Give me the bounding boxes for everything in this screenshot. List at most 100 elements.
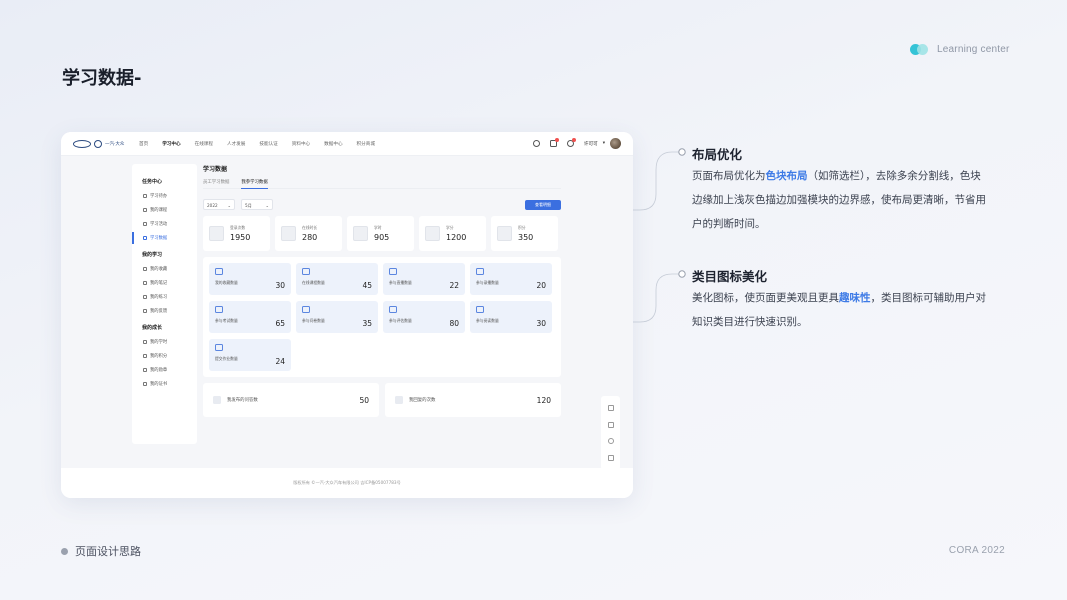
nav-item[interactable]: 数据中心 (324, 141, 342, 147)
summary-card[interactable]: 我回复的次数 120 (385, 383, 561, 417)
annotation-title-layout: 布局优化 (692, 147, 743, 162)
year-select[interactable]: 2022 ⌄ (203, 199, 235, 210)
sidebar-item[interactable]: 我的积分 (132, 349, 197, 363)
nav-item[interactable]: 人才发展 (227, 141, 245, 147)
bell-badge (571, 138, 576, 142)
category-card[interactable]: 参与问卷数量 35 (296, 301, 378, 333)
sidebar-item[interactable]: 学习数据 (132, 231, 197, 245)
app-logo[interactable]: 一汽·大众 (73, 139, 133, 148)
stat-icon (281, 226, 296, 241)
sidebar-item[interactable]: 学习待办 (132, 189, 197, 203)
feedback-icon[interactable] (607, 421, 614, 428)
nav-item[interactable]: 技能认证 (259, 141, 277, 147)
sidebar-item[interactable]: 我的笔记 (132, 276, 197, 290)
main-panel: 学习数据 员工学习数据 我参学习数据 2022 ⌄ 5月 ⌄ 查看明细 登录次数 195… (203, 164, 561, 417)
sidebar-item-label: 我的勋章 (150, 368, 168, 373)
summary-card[interactable]: 我发布的问答数 50 (203, 383, 379, 417)
refresh-icon[interactable] (607, 405, 614, 412)
query-button[interactable]: 查看明细 (525, 199, 561, 210)
nav-item[interactable]: 资料中心 (292, 141, 310, 147)
stat-card: 学分 1200 (419, 216, 486, 251)
month-select[interactable]: 5月 ⌄ (241, 199, 273, 210)
message-icon[interactable] (549, 138, 559, 147)
sidebar-item[interactable]: 我的勋章 (132, 363, 197, 377)
sidebar-item-label: 我的学时 (150, 340, 168, 345)
category-icon (302, 268, 310, 275)
sidebar-item[interactable]: 我的证书 (132, 377, 197, 391)
sidebar-item[interactable]: 我的收藏 (132, 262, 197, 276)
category-icon (302, 306, 310, 313)
chevron-down-icon: ⌄ (265, 202, 269, 208)
sidebar-item-icon (143, 267, 147, 271)
category-card[interactable]: 参与阅读数量 30 (470, 301, 552, 333)
vw-logo-icon (94, 139, 102, 148)
sidebar-item-label: 我的证书 (150, 382, 168, 387)
stat-text: 学分 1200 (446, 225, 466, 242)
category-value: 22 (449, 281, 459, 290)
sidebar-item[interactable]: 我的反馈 (132, 304, 197, 318)
sidebar-item-icon (143, 382, 147, 386)
category-card[interactable]: 在线课程数量 45 (296, 263, 378, 295)
category-card[interactable]: 提交作业数量 24 (209, 339, 291, 371)
stat-card: 在线时长 280 (275, 216, 342, 251)
brand: Learning center (910, 43, 1010, 55)
sidebar-item-label: 我的课程 (150, 208, 168, 213)
annotation-title-icons: 类目图标美化 (692, 269, 768, 284)
search-icon[interactable] (532, 140, 540, 147)
sidebar-item[interactable]: 学习活动 (132, 217, 197, 231)
tab-item[interactable]: 员工学习数据 (203, 179, 229, 185)
bell-icon[interactable] (566, 138, 576, 147)
tabs: 员工学习数据 我参学习数据 (203, 179, 561, 189)
user-menu[interactable]: 许可可 ▾ (584, 138, 621, 149)
summary-label: 我发布的问答数 (227, 398, 258, 403)
app-footer: 版权所有 ©一汽-大众汽车有限公司 吉ICP备05007783号 (61, 468, 633, 498)
nav-item[interactable]: 首页 (139, 141, 148, 147)
category-value: 35 (362, 319, 372, 328)
nav-item[interactable]: 在线课程 (195, 141, 213, 147)
sidebar-item[interactable]: 我的课程 (132, 203, 197, 217)
stat-text: 学时 905 (374, 225, 389, 242)
category-icon (215, 268, 223, 275)
nav-item[interactable]: 学习中心 (162, 141, 180, 147)
stat-icon (353, 226, 368, 241)
annotation-body-layout: 页面布局优化为色块布局（如筛选栏），去除多余分割线，色块 边缘加上浅灰色描边加强模… (692, 164, 1022, 236)
sidebar-item-icon (143, 222, 147, 226)
sidebar-item-label: 学习数据 (150, 236, 168, 241)
category-icon (389, 268, 397, 275)
annotation-line: 边缘加上浅灰色描边加强模块的边界感，使布局更清晰，节省用 (692, 194, 986, 206)
category-card[interactable]: 参与直播数量 22 (383, 263, 465, 295)
main-nav: 首页 学习中心 在线课程 人才发展 技能认证 资料中心 数据中心 积分商城 (139, 141, 375, 147)
sidebar-group-title: 我的成长 (142, 325, 163, 331)
stat-value: 280 (302, 233, 318, 242)
avatar[interactable] (610, 138, 621, 149)
sidebar-item-icon (143, 194, 147, 198)
category-card[interactable]: 参与录播数量 20 (470, 263, 552, 295)
category-panel: 我的收藏数量 30 在线课程数量 45 参与直播数量 22 参与录播数量 20 参与考试数量 65… (203, 257, 561, 377)
category-card[interactable]: 参与考试数量 65 (209, 301, 291, 333)
stat-value: 1950 (230, 233, 251, 242)
annotation-highlight: 色块布局 (765, 170, 808, 182)
category-value: 30 (275, 281, 285, 290)
category-card[interactable]: 参与评估数量 80 (383, 301, 465, 333)
sidebar-item-label: 我的积分 (150, 354, 168, 359)
tab-item[interactable]: 我参学习数据 (241, 179, 269, 189)
sidebar-item-label: 我的练习 (150, 295, 168, 300)
stat-value: 1200 (446, 233, 467, 242)
annotation-line: 户的判断时间。 (692, 218, 766, 230)
sidebar-item-icon (143, 281, 147, 285)
category-value: 20 (536, 281, 546, 290)
stat-icon (497, 226, 512, 241)
summary-label: 我回复的次数 (409, 398, 436, 403)
sidebar-item[interactable]: 我的练习 (132, 290, 197, 304)
sidebar-item-label: 我的收藏 (150, 267, 168, 272)
back-to-top-icon[interactable] (607, 454, 614, 461)
help-icon[interactable] (607, 438, 614, 445)
category-card[interactable]: 我的收藏数量 30 (209, 263, 291, 295)
sidebar-item[interactable]: 我的学时 (132, 335, 197, 349)
annotation-line: 美化图标，使页面更美观且更具趣味性，类目图标可辅助用户对 (692, 292, 986, 304)
nav-item[interactable]: 积分商城 (357, 141, 375, 147)
topbar-actions: 许可可 ▾ (532, 138, 621, 149)
logo-ring-icon (73, 139, 91, 148)
stat-value: 350 (518, 233, 534, 242)
chevron-down-icon: ⌄ (227, 202, 231, 208)
